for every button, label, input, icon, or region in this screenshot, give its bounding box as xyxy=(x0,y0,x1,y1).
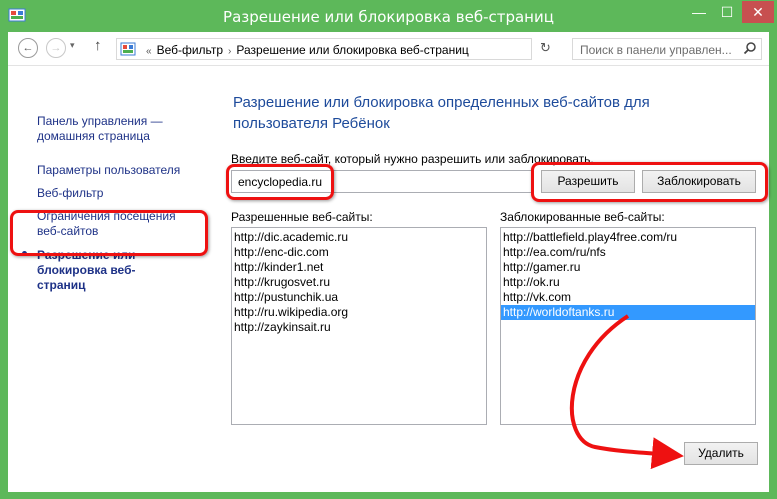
list-item[interactable]: http://ea.com/ru/nfs xyxy=(501,245,755,260)
annotation-highlight-sidebar xyxy=(10,210,208,256)
close-button[interactable]: ✕ xyxy=(742,1,774,23)
search-placeholder: Поиск в панели управлен... xyxy=(580,43,732,57)
allowed-sites-label: Разрешенные веб-сайты: xyxy=(231,210,373,224)
list-item[interactable]: http://enc-dic.com xyxy=(232,245,486,260)
list-item[interactable]: http://ru.wikipedia.org xyxy=(232,305,486,320)
window-content: ← → ▾ ↑ « Веб-фильтр › Разрешение или блоки… xyxy=(8,32,769,492)
sidebar-item-control-panel-home[interactable]: Панель управления — домашняя страница xyxy=(37,114,197,144)
up-level-button[interactable]: ↑ xyxy=(94,37,102,54)
recent-locations-chevron-icon[interactable]: ▾ xyxy=(70,40,75,51)
allowed-sites-list[interactable]: http://dic.academic.ru http://enc-dic.co… xyxy=(231,227,487,425)
list-item[interactable]: http://dic.academic.ru xyxy=(232,230,486,245)
breadcrumb-item-web-filter[interactable]: Веб-фильтр xyxy=(157,43,223,57)
list-item[interactable]: http://vk.com xyxy=(501,290,755,305)
delete-button[interactable]: Удалить xyxy=(684,442,758,465)
refresh-icon[interactable]: ↻ xyxy=(540,40,551,56)
control-panel-window: Разрешение или блокировка веб-страниц — … xyxy=(0,0,777,499)
search-input[interactable]: Поиск в панели управлен... xyxy=(572,38,762,60)
breadcrumb-overflow-icon[interactable]: « xyxy=(146,46,152,57)
list-item[interactable]: http://kinder1.net xyxy=(232,260,486,275)
list-item[interactable]: http://krugosvet.ru xyxy=(232,275,486,290)
breadcrumb-item-allow-block[interactable]: Разрешение или блокировка веб-страниц xyxy=(236,43,468,57)
forward-button[interactable]: → xyxy=(46,38,66,58)
search-icon[interactable] xyxy=(743,41,757,55)
annotation-highlight-input xyxy=(226,164,334,200)
minimize-button[interactable]: — xyxy=(686,1,712,23)
navigation-bar: ← → ▾ ↑ « Веб-фильтр › Разрешение или блоки… xyxy=(8,32,769,66)
title-bar[interactable]: Разрешение или блокировка веб-страниц — … xyxy=(0,0,777,32)
breadcrumb: « Веб-фильтр › Разрешение или блокировка ве… xyxy=(141,43,469,57)
blocked-sites-label: Заблокированные веб-сайты: xyxy=(500,210,665,224)
list-item-selected[interactable]: http://worldoftanks.ru xyxy=(501,305,755,320)
maximize-button[interactable]: ☐ xyxy=(714,1,740,23)
list-item[interactable]: http://battlefield.play4free.com/ru xyxy=(501,230,755,245)
blocked-sites-list[interactable]: http://battlefield.play4free.com/ru http… xyxy=(500,227,756,425)
sidebar-item-web-filter[interactable]: Веб-фильтр xyxy=(37,186,103,201)
page-title: Разрешение или блокировка определенных в… xyxy=(233,94,650,132)
annotation-highlight-buttons xyxy=(531,162,768,202)
list-item[interactable]: http://ok.ru xyxy=(501,275,755,290)
list-item[interactable]: http://pustunchik.ua xyxy=(232,290,486,305)
breadcrumb-separator-icon[interactable]: › xyxy=(228,46,231,57)
list-item[interactable]: http://gamer.ru xyxy=(501,260,755,275)
sidebar: Панель управления — домашняя страница Па… xyxy=(8,66,208,492)
sidebar-item-user-settings[interactable]: Параметры пользователя xyxy=(37,163,180,178)
back-button[interactable]: ← xyxy=(18,38,38,58)
list-item[interactable]: http://zaykinsait.ru xyxy=(232,320,486,335)
window-title: Разрешение или блокировка веб-страниц xyxy=(223,8,554,26)
control-panel-icon xyxy=(120,42,136,56)
address-bar[interactable]: « Веб-фильтр › Разрешение или блокировка ве… xyxy=(116,38,632,60)
